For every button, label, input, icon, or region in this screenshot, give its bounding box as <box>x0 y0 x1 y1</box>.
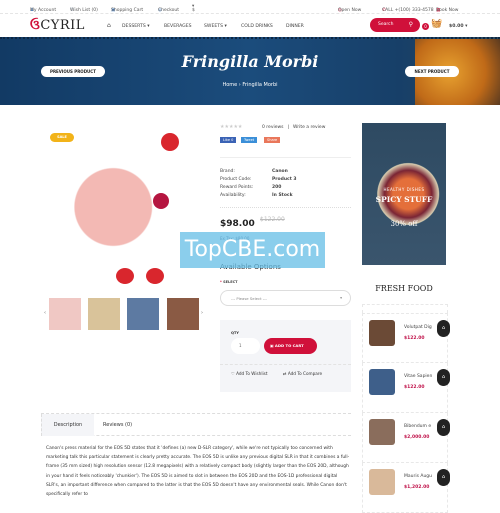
watermark: TopCBE.com <box>180 232 325 268</box>
product-thumbnail <box>369 369 395 395</box>
page-title: Fringilla Morbi <box>181 52 319 71</box>
strawberry <box>146 268 164 284</box>
nav-sweets[interactable]: SWEETS ▾ <box>204 24 227 29</box>
price: $98.00 <box>220 219 255 229</box>
reward-points-value: 200 <box>272 185 282 190</box>
sale-badge: SALE <box>50 133 74 142</box>
qty-input[interactable]: 1 <box>231 338 260 354</box>
main-nav: ઉCYRIL ⌂ DESSERTS ▾ BEVERAGES SWEETS ▾ C… <box>0 14 500 38</box>
search-icon: ⚲ <box>408 21 413 28</box>
home-icon[interactable]: ⌂ <box>107 22 111 29</box>
thumb-next-arrow[interactable]: › <box>201 310 203 316</box>
add-to-wishlist-link[interactable]: ♡ Add To Wishlist <box>231 371 271 376</box>
old-price: $122.00 <box>260 216 285 223</box>
select-label: SELECT <box>223 280 238 284</box>
description-text: Canon's press material for the EOS 5D st… <box>46 446 350 498</box>
cart-icon[interactable]: ⌂ <box>437 469 450 486</box>
brand-value: Canon <box>272 169 288 174</box>
page-banner: PREVIOUS PRODUCT NEXT PRODUCT Fringilla … <box>0 37 500 105</box>
list-item[interactable]: Volutpat Dig $122.00 ⌂ <box>362 313 450 363</box>
facebook-like-button[interactable]: Like 0 <box>220 137 237 143</box>
list-item[interactable]: Mauris Augu $1,202.00 ⌂ <box>362 463 450 513</box>
strawberry <box>161 133 179 151</box>
purchase-box: QTY 1 ▣ ADD TO CART ♡ Add To Wishlist ⇄ … <box>220 320 351 392</box>
logo[interactable]: ઉCYRIL <box>30 18 85 33</box>
chevron-down-icon: ▾ <box>340 295 342 300</box>
cart-icon[interactable]: ⌂ <box>437 320 450 337</box>
basket-icon[interactable]: 🧺 <box>431 19 442 29</box>
heart-icon: ♡ <box>231 371 235 376</box>
cart-icon[interactable]: ⌂ <box>437 369 450 386</box>
product-tabs: Description Reviews (0) <box>41 413 351 436</box>
product-thumbnail <box>369 320 395 346</box>
strawberry <box>116 268 134 284</box>
currency-dropdown[interactable]: $ ▾ <box>192 4 195 13</box>
tab-description[interactable]: Description <box>41 414 94 436</box>
compare-icon: ⇄ <box>283 371 287 376</box>
nav-cold-drinks[interactable]: COLD DRINKS <box>241 24 273 29</box>
reviews-link[interactable]: 0 reviews <box>262 125 284 130</box>
tweet-button[interactable]: Tweet <box>241 137 258 143</box>
add-to-compare-link[interactable]: ⇄ Add To Compare <box>283 371 322 376</box>
product-thumbnail <box>369 419 395 445</box>
product-code-value: Product 3 <box>272 177 297 182</box>
share-button[interactable]: Share <box>264 137 281 143</box>
cart-icon[interactable]: ⌂ <box>437 419 450 436</box>
thumbnail-3[interactable] <box>127 298 159 330</box>
add-to-cart-button[interactable]: ▣ ADD TO CART <box>264 338 317 354</box>
write-review-link[interactable]: Write a review <box>293 125 325 130</box>
search-button[interactable]: Search ⚲ <box>370 18 420 32</box>
rating-stars: ★★★★★ <box>220 124 243 130</box>
thumbnail-2[interactable] <box>88 298 120 330</box>
list-item[interactable]: Bibendum e $2,000.00 ⌂ <box>362 413 450 463</box>
breadcrumb-current: Fringilla Morbi <box>242 82 278 88</box>
cart-count-badge: 0 <box>422 23 429 30</box>
promo-banner[interactable]: HEALTHY DISHES SPICY STUFF 30% off <box>362 123 446 265</box>
product-thumbnail <box>369 469 395 495</box>
list-item[interactable]: Vitae Sapien $122.00 ⌂ <box>362 363 450 413</box>
tab-reviews[interactable]: Reviews (0) <box>103 414 132 436</box>
bag-icon: ▣ <box>270 343 274 348</box>
breadcrumb-home[interactable]: Home <box>222 82 237 88</box>
top-bar: ♟ My Account ♡ Wish List (0) ▣ Shopping … <box>0 0 500 14</box>
nav-beverages[interactable]: BEVERAGES <box>164 24 192 29</box>
availability-value: In Stock <box>272 193 293 198</box>
thumb-prev-arrow[interactable]: ‹ <box>44 310 46 316</box>
cart-total-dropdown[interactable]: $0.00 ▾ <box>449 24 467 29</box>
flower <box>153 193 169 209</box>
option-select[interactable]: --- Please Select --- ▾ <box>220 290 351 306</box>
fresh-food-heading: FRESH FOOD <box>375 284 433 293</box>
breadcrumb: Home › Fringilla Morbi <box>222 82 278 88</box>
logo-icon: ઉ <box>30 18 41 33</box>
nav-dinner[interactable]: DINNER <box>286 24 304 29</box>
thumbnail-1[interactable] <box>49 298 81 330</box>
qty-label: QTY <box>231 331 239 335</box>
thumbnail-4[interactable] <box>167 298 199 330</box>
nav-desserts[interactable]: DESSERTS ▾ <box>122 24 150 29</box>
